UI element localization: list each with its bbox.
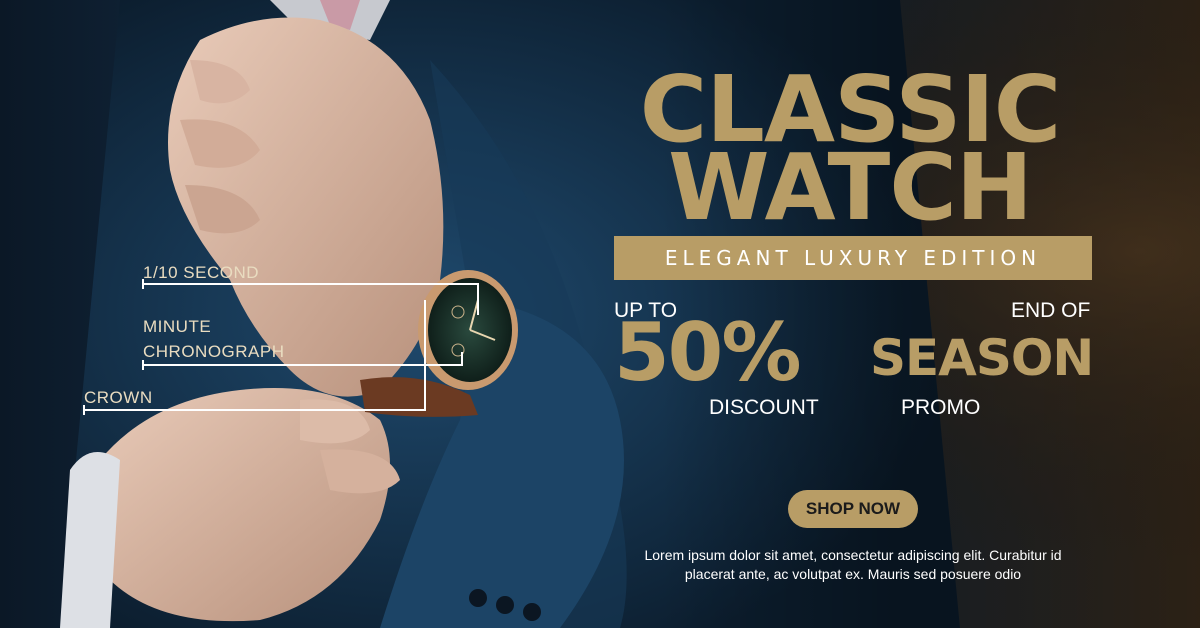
body-text-line1: Lorem ipsum dolor sit amet, consectetur … bbox=[644, 547, 1062, 563]
headline-line2: WATCH bbox=[668, 134, 1033, 241]
callout-crown-label: CROWN bbox=[84, 388, 153, 407]
body-text-line2: placerat ante, ac volutpat ex. Mauris se… bbox=[684, 566, 1022, 582]
callout-chronograph-label: CHRONOGRAPH bbox=[143, 342, 285, 361]
callout-minute-label: MINUTE bbox=[143, 317, 212, 336]
season-promo: PROMO bbox=[901, 396, 981, 419]
season-end-of: END OF bbox=[1011, 299, 1091, 322]
edition-banner: ELEGANT LUXURY EDITION bbox=[614, 236, 1092, 280]
offer-percent: 50% bbox=[614, 306, 801, 399]
body-text: Lorem ipsum dolor sit amet, consectetur … bbox=[603, 546, 1103, 584]
season-title: SEASON bbox=[870, 329, 1094, 387]
shop-now-label: SHOP NOW bbox=[805, 499, 901, 518]
shop-now-button[interactable]: SHOP NOW bbox=[788, 490, 918, 528]
offer-discount: DISCOUNT bbox=[709, 396, 819, 419]
callout-second-label: 1/10 SECOND bbox=[143, 263, 260, 282]
edition-text: ELEGANT LUXURY EDITION bbox=[664, 246, 1042, 270]
